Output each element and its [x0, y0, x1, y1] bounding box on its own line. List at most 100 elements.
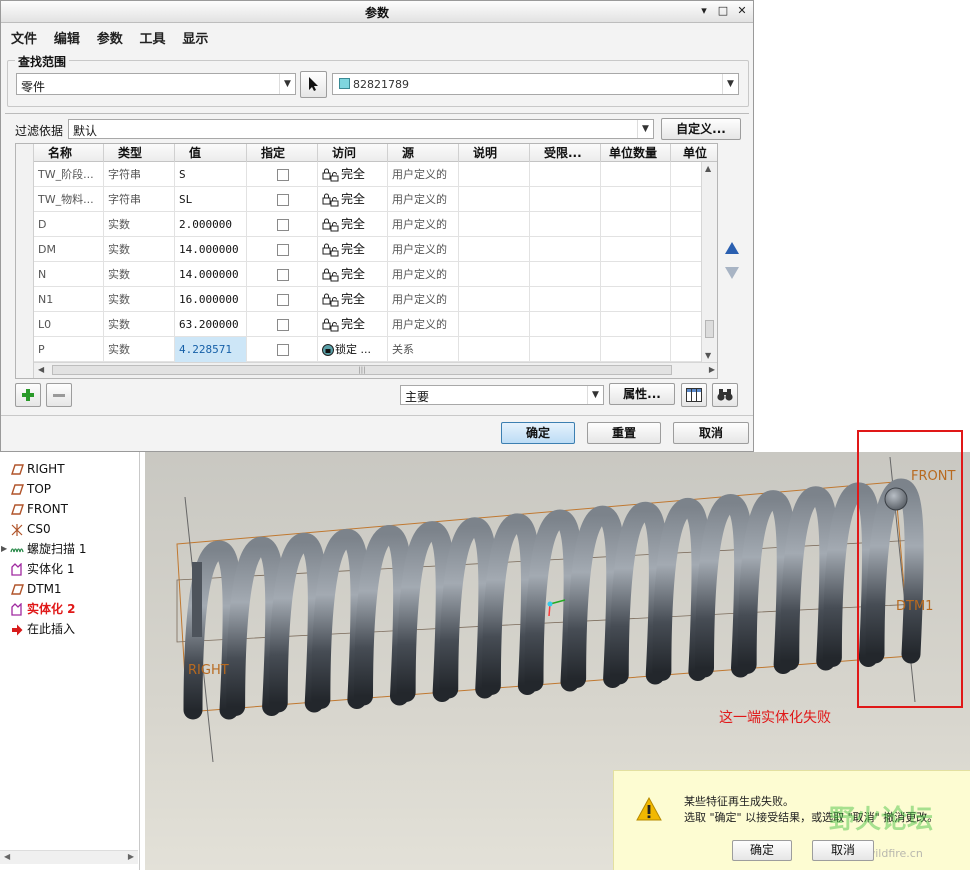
cell-name[interactable]: D	[34, 212, 104, 237]
tree-item[interactable]: CS0	[10, 520, 51, 538]
cell-unit[interactable]	[671, 212, 703, 237]
col-source[interactable]: 源	[388, 144, 459, 162]
cell-type[interactable]: 字符串	[104, 162, 175, 187]
cell-type[interactable]: 字符串	[104, 187, 175, 212]
cell-value[interactable]: 14.000000	[175, 237, 247, 262]
cell-restricted[interactable]	[530, 287, 601, 312]
designate-checkbox[interactable]	[277, 269, 289, 281]
cell-restricted[interactable]	[530, 337, 601, 362]
cell-designate[interactable]	[247, 262, 318, 287]
cell-value[interactable]: 14.000000	[175, 262, 247, 287]
cell-source[interactable]: 用户定义的	[388, 162, 459, 187]
designate-checkbox[interactable]	[277, 244, 289, 256]
table-row[interactable]: P 实数 4.228571 锁定 ... 关系	[34, 337, 703, 362]
cell-access[interactable]: 完全	[318, 262, 388, 287]
maximize-button[interactable]: □	[715, 3, 731, 19]
table-row[interactable]: L0 实数 63.200000 完全 用户定义的	[34, 312, 703, 337]
cell-value[interactable]: 16.000000	[175, 287, 247, 312]
notif-ok-button[interactable]: 确定	[732, 840, 792, 861]
menu-parameters[interactable]: 参数	[97, 28, 123, 47]
customize-button[interactable]: 自定义...	[661, 118, 741, 140]
cell-source[interactable]: 关系	[388, 337, 459, 362]
cell-uq[interactable]	[601, 312, 671, 337]
cell-unit[interactable]	[671, 237, 703, 262]
cell-restricted[interactable]	[530, 312, 601, 337]
cell-desc[interactable]	[459, 237, 530, 262]
tree-item[interactable]: 在此插入	[10, 620, 75, 638]
table-row[interactable]: TW_物料... 字符串 SL 完全 用户定义的	[34, 187, 703, 212]
cell-value[interactable]: S	[175, 162, 247, 187]
tree-horizontal-scrollbar[interactable]: ◀ ▶	[0, 850, 138, 864]
minimize-button[interactable]: ▾	[696, 3, 712, 19]
cell-source[interactable]: 用户定义的	[388, 312, 459, 337]
cell-restricted[interactable]	[530, 212, 601, 237]
main-select[interactable]: 主要 ▼	[400, 385, 604, 405]
cell-desc[interactable]	[459, 212, 530, 237]
expand-arrow-icon[interactable]: ▶	[1, 540, 7, 558]
table-horizontal-scrollbar[interactable]: ◀ ||| ▶	[34, 362, 717, 378]
cell-desc[interactable]	[459, 337, 530, 362]
designate-checkbox[interactable]	[277, 344, 289, 356]
table-row[interactable]: N 实数 14.000000 完全 用户定义的	[34, 262, 703, 287]
cancel-button[interactable]: 取消	[673, 422, 749, 444]
menu-file[interactable]: 文件	[11, 28, 37, 47]
cell-unit[interactable]	[671, 262, 703, 287]
tree-item[interactable]: RIGHT	[10, 460, 65, 478]
cell-unit[interactable]	[671, 337, 703, 362]
tree-item[interactable]: ▶ 螺旋扫描 1	[1, 540, 86, 558]
table-vertical-scrollbar[interactable]: ▲ ▼	[701, 162, 717, 362]
cell-type[interactable]: 实数	[104, 212, 175, 237]
move-up-icon[interactable]	[724, 241, 740, 255]
col-value[interactable]: 值	[175, 144, 247, 162]
cell-name[interactable]: TW_阶段...	[34, 162, 104, 187]
cell-name[interactable]: P	[34, 337, 104, 362]
cell-desc[interactable]	[459, 312, 530, 337]
cell-type[interactable]: 实数	[104, 262, 175, 287]
title-bar[interactable]: 参数 ▾ □ ✕	[1, 1, 753, 23]
cell-name[interactable]: DM	[34, 237, 104, 262]
cell-uq[interactable]	[601, 237, 671, 262]
cell-name[interactable]: L0	[34, 312, 104, 337]
table-row[interactable]: N1 实数 16.000000 完全 用户定义的	[34, 287, 703, 312]
col-name[interactable]: 名称	[34, 144, 104, 162]
select-pointer-button[interactable]	[300, 71, 327, 98]
scope-model-select[interactable]: 82821789 ▼	[332, 73, 739, 95]
scope-type-select[interactable]: 零件 ▼	[16, 73, 296, 95]
cell-type[interactable]: 实数	[104, 287, 175, 312]
cell-designate[interactable]	[247, 187, 318, 212]
cell-type[interactable]: 实数	[104, 237, 175, 262]
cell-source[interactable]: 用户定义的	[388, 187, 459, 212]
cell-type[interactable]: 实数	[104, 312, 175, 337]
cell-uq[interactable]	[601, 287, 671, 312]
designate-checkbox[interactable]	[277, 319, 289, 331]
tree-item[interactable]: DTM1	[10, 580, 62, 598]
cell-source[interactable]: 用户定义的	[388, 212, 459, 237]
col-unit[interactable]: 单位	[671, 144, 717, 162]
cell-access[interactable]: 完全	[318, 212, 388, 237]
cell-access[interactable]: 完全	[318, 237, 388, 262]
col-designate[interactable]: 指定	[247, 144, 318, 162]
cell-unit[interactable]	[671, 187, 703, 212]
cell-value[interactable]: 2.000000	[175, 212, 247, 237]
tree-item[interactable]: 实体化 2	[10, 600, 76, 618]
add-parameter-button[interactable]	[15, 383, 41, 407]
designate-checkbox[interactable]	[277, 294, 289, 306]
cell-desc[interactable]	[459, 162, 530, 187]
cell-restricted[interactable]	[530, 262, 601, 287]
table-row[interactable]: D 实数 2.000000 完全 用户定义的	[34, 212, 703, 237]
menu-tools[interactable]: 工具	[140, 28, 166, 47]
col-type[interactable]: 类型	[104, 144, 175, 162]
table-row[interactable]: TW_阶段... 字符串 S 完全 用户定义的	[34, 162, 703, 187]
properties-button[interactable]: 属性...	[609, 383, 675, 405]
cell-desc[interactable]	[459, 187, 530, 212]
cell-unit[interactable]	[671, 312, 703, 337]
cell-uq[interactable]	[601, 162, 671, 187]
cell-designate[interactable]	[247, 337, 318, 362]
cell-uq[interactable]	[601, 337, 671, 362]
menu-edit[interactable]: 编辑	[54, 28, 80, 47]
cell-designate[interactable]	[247, 312, 318, 337]
tree-item[interactable]: TOP	[10, 480, 51, 498]
cell-uq[interactable]	[601, 212, 671, 237]
cell-desc[interactable]	[459, 287, 530, 312]
cell-designate[interactable]	[247, 212, 318, 237]
